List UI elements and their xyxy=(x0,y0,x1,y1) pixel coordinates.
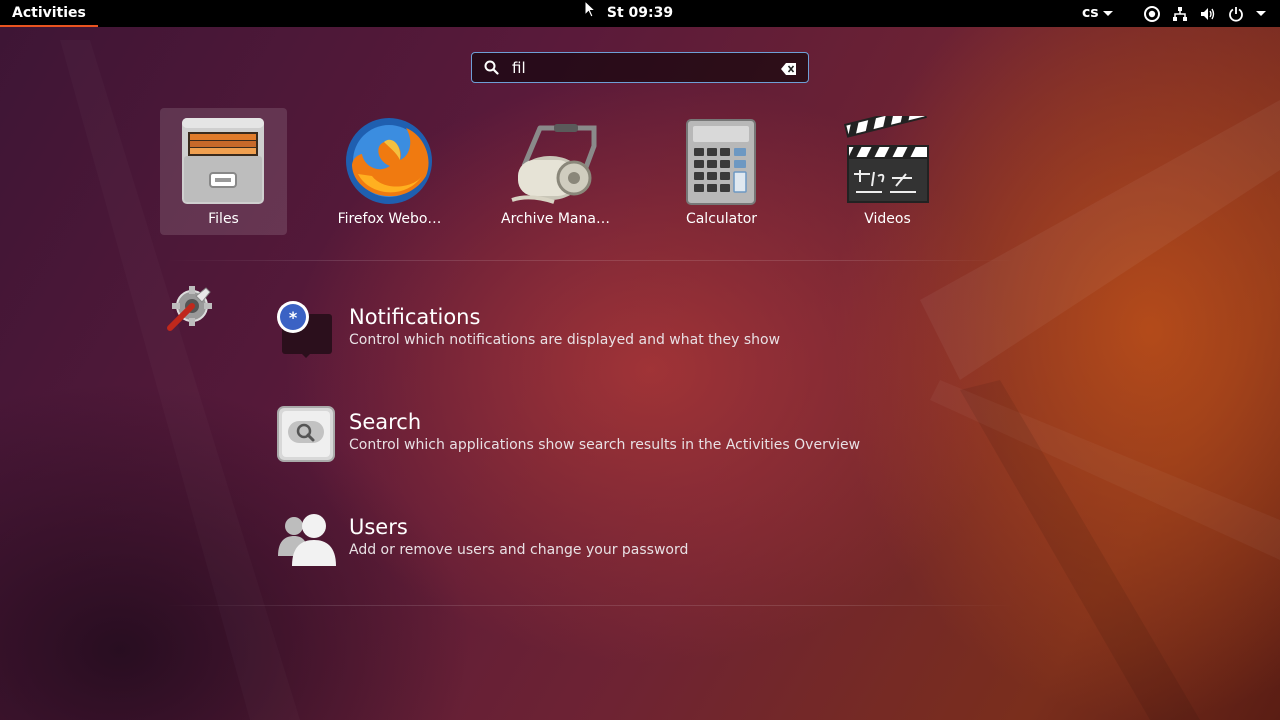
search-input[interactable] xyxy=(512,57,762,78)
app-files[interactable]: Files xyxy=(160,108,287,235)
notifications-icon: * xyxy=(276,300,336,360)
mouse-pointer-icon xyxy=(584,0,597,22)
file-cabinet-icon xyxy=(178,116,268,206)
clear-search-icon[interactable] xyxy=(781,61,797,80)
search-settings-icon xyxy=(276,405,336,465)
separator xyxy=(165,260,1015,261)
language-label: cs xyxy=(1082,5,1099,21)
calculator-icon xyxy=(676,116,766,206)
app-label: Firefox Webo… xyxy=(337,211,442,227)
system-tray[interactable] xyxy=(1142,4,1266,23)
accessibility-icon[interactable] xyxy=(1142,4,1162,23)
separator xyxy=(165,605,1015,606)
app-firefox[interactable]: Firefox Webo… xyxy=(326,108,453,235)
top-panel: Activities St 09:39 cs xyxy=(0,0,1280,27)
app-videos[interactable]: Videos xyxy=(824,104,951,235)
clapperboard-icon xyxy=(842,104,932,206)
chevron-down-icon xyxy=(1102,10,1113,16)
result-title: Users xyxy=(349,515,408,539)
result-description: Control which applications show search r… xyxy=(349,437,861,453)
settings-wrench-gear-icon xyxy=(167,286,212,331)
archive-roller-icon xyxy=(510,116,600,206)
app-label: Files xyxy=(208,211,239,227)
search-entry[interactable] xyxy=(471,52,809,83)
app-archive-manager[interactable]: Archive Mana… xyxy=(492,108,619,235)
chevron-down-icon[interactable] xyxy=(1256,11,1266,16)
result-title: Notifications xyxy=(349,305,481,329)
app-label: Videos xyxy=(864,211,911,227)
result-description: Control which notifications are displaye… xyxy=(349,332,781,348)
firefox-icon xyxy=(344,116,434,206)
language-indicator[interactable]: cs xyxy=(1082,0,1113,27)
svg-text:*: * xyxy=(289,308,298,327)
app-calculator[interactable]: Calculator xyxy=(658,108,785,235)
clock-label[interactable]: St 09:39 xyxy=(607,5,673,21)
app-label: Archive Mana… xyxy=(501,211,610,227)
app-label: Calculator xyxy=(685,211,758,227)
activities-button[interactable]: Activities xyxy=(0,0,98,27)
result-title: Search xyxy=(349,410,422,434)
network-icon[interactable] xyxy=(1170,4,1190,23)
settings-provider-icon[interactable] xyxy=(166,284,214,336)
users-icon xyxy=(276,510,336,570)
search-icon xyxy=(484,60,499,79)
result-description: Add or remove users and change your pass… xyxy=(349,542,689,558)
volume-icon[interactable] xyxy=(1198,4,1218,23)
power-icon[interactable] xyxy=(1226,4,1246,23)
